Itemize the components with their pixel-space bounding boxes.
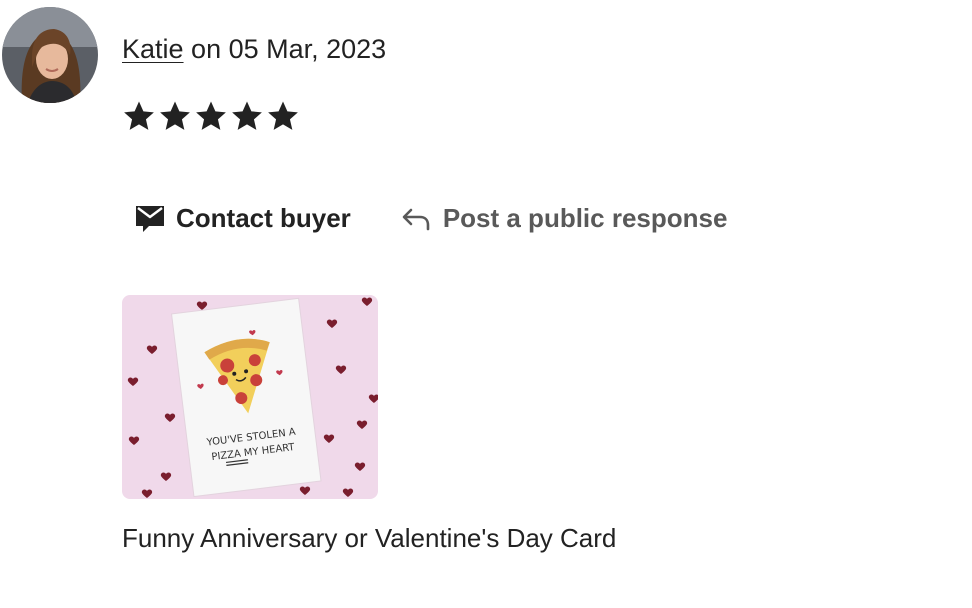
star-rating — [122, 99, 300, 133]
contact-buyer-button[interactable]: Contact buyer — [134, 203, 351, 234]
review-byline: Katie on 05 Mar, 2023 — [122, 32, 386, 66]
post-public-response-label: Post a public response — [442, 203, 728, 233]
reply-arrow-icon — [401, 206, 431, 232]
contact-buyer-label: Contact buyer — [176, 203, 351, 233]
product-title-link[interactable]: Funny Anniversary or Valentine's Day Car… — [122, 522, 616, 554]
star-icon — [122, 99, 156, 133]
post-public-response-button[interactable]: Post a public response — [401, 203, 728, 234]
star-icon — [158, 99, 192, 133]
star-icon — [194, 99, 228, 133]
envelope-icon — [134, 204, 166, 234]
star-icon — [230, 99, 264, 133]
product-thumbnail[interactable]: YOU'VE STOLEN A PIZZA MY HEART — [122, 295, 378, 499]
review-actions: Contact buyer Post a public response — [134, 203, 727, 234]
review-date: on 05 Mar, 2023 — [183, 34, 387, 64]
reviewer-name-link[interactable]: Katie — [122, 34, 184, 64]
review-card: Katie on 05 Mar, 2023 Contact buyer Post… — [0, 0, 972, 608]
reviewer-avatar[interactable] — [2, 7, 98, 103]
star-icon — [266, 99, 300, 133]
